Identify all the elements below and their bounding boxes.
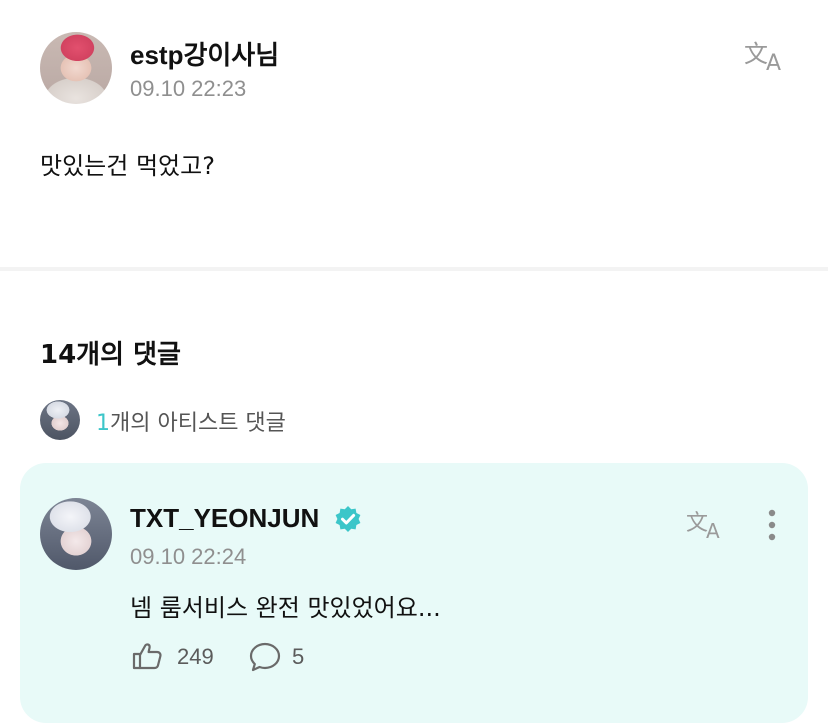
artist-comment-toggle[interactable]: 1개의 아티스트 댓글: [96, 405, 286, 437]
section-divider: [0, 267, 828, 271]
artist-comment-timestamp: 09.10 22:24: [130, 544, 247, 569]
post-body: 맛있는건 먹었고?: [40, 152, 215, 180]
like-count: 249: [177, 644, 214, 669]
reply-count: 5: [292, 644, 305, 669]
comment-translate-icon[interactable]: 文 A: [686, 506, 728, 543]
post-timestamp: 09.10 22:23: [130, 76, 247, 101]
artist-comment-label: 개의 아티스트 댓글: [110, 411, 286, 436]
post-author-name[interactable]: estp강이사님: [130, 35, 279, 72]
artist-avatar[interactable]: [40, 498, 112, 570]
artist-avatar-small: [40, 400, 80, 440]
svg-text:A: A: [766, 51, 781, 74]
verified-badge-icon: [334, 505, 362, 533]
post-author-avatar[interactable]: [40, 32, 112, 104]
reply-icon[interactable]: [248, 641, 282, 673]
svg-text:文: 文: [744, 40, 768, 68]
more-icon[interactable]: [764, 508, 780, 542]
artist-name[interactable]: TXT_YEONJUN: [130, 503, 319, 534]
like-icon[interactable]: [130, 640, 164, 672]
comments-count-title: 14개의 댓글: [40, 340, 181, 370]
translate-icon[interactable]: 文 A: [744, 36, 790, 76]
svg-text:文: 文: [686, 511, 708, 536]
svg-text:A: A: [706, 519, 720, 542]
artist-comment-count: 1: [96, 411, 110, 436]
artist-comment-body: 넴 룸서비스 완전 맛있었어요...: [130, 594, 441, 622]
